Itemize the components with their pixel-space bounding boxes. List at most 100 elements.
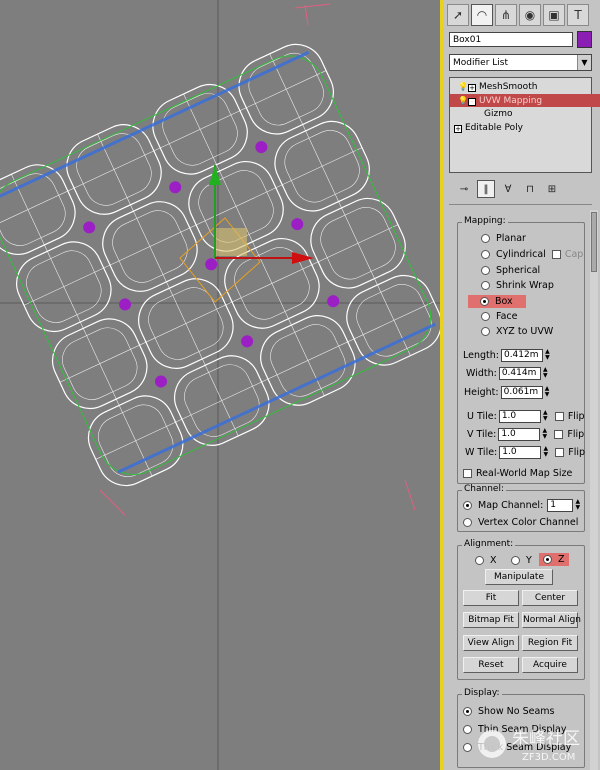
collapse-icon[interactable]: −	[468, 98, 476, 106]
radio-align-y[interactable]: Y	[511, 555, 532, 566]
watermark-brand: 朱峰社区	[512, 729, 580, 749]
show-end-result-icon[interactable]: ‖	[477, 180, 495, 198]
radio-label: Shrink Wrap	[496, 280, 554, 291]
v-tile-field[interactable]: 1.0	[498, 428, 541, 441]
modifier-list-dropdown[interactable]: Modifier List ▼	[449, 54, 592, 71]
radio-button[interactable]	[511, 556, 520, 565]
command-panel-tabs: ➚ ◠ ⋔ ◉ ▣ T	[447, 4, 589, 26]
length-field[interactable]: 0.412m	[500, 349, 543, 362]
radio-button[interactable]	[543, 555, 552, 564]
radio-xyz-to-uvw[interactable]: XYZ to UVW	[481, 326, 553, 337]
stack-item-meshsmooth[interactable]: 💡+ MeshSmooth	[450, 80, 600, 93]
spinner-arrows-icon[interactable]: ▲ ▼	[544, 349, 551, 362]
stack-item-label: MeshSmooth	[479, 82, 538, 92]
hierarchy-tab-icon[interactable]: ⋔	[495, 4, 517, 26]
real-world-checkbox[interactable]	[463, 469, 472, 478]
radio-button[interactable]	[481, 234, 490, 243]
u-flip-checkbox[interactable]	[554, 412, 564, 421]
spinner-arrows-icon[interactable]: ▲ ▼	[541, 428, 548, 441]
lightbulb-icon[interactable]: 💡	[458, 80, 468, 93]
radio-button[interactable]	[481, 281, 490, 290]
mesh-object[interactable]	[0, 35, 440, 494]
rollout-scroll-thumb[interactable]	[591, 212, 597, 272]
y-label: Y	[526, 555, 532, 566]
pin-stack-icon[interactable]: ⊸	[455, 180, 473, 198]
u-tile-field[interactable]: 1.0	[498, 410, 541, 423]
acquire-button[interactable]: Acquire	[522, 657, 578, 673]
center-button[interactable]: Center	[522, 590, 578, 606]
create-tab-icon[interactable]: ➚	[447, 4, 469, 26]
radio-cylindrical[interactable]: Cylindrical Cap	[481, 249, 583, 260]
radio-button[interactable]	[475, 556, 484, 565]
w-tile-spinner: W Tile: 1.0 ▲ ▼ Flip	[465, 446, 585, 459]
fit-button[interactable]: Fit	[463, 590, 519, 606]
v-flip-checkbox[interactable]	[554, 430, 564, 439]
radio-vertex-color[interactable]: Vertex Color Channel	[463, 517, 578, 528]
spinner-arrows-icon[interactable]: ▲ ▼	[574, 499, 581, 512]
radio-align-z[interactable]: Z	[539, 553, 569, 566]
width-field[interactable]: 0.414m	[498, 367, 541, 380]
radio-planar[interactable]: Planar	[481, 233, 526, 244]
u-tile-spinner: U Tile: 1.0 ▲ ▼ Flip	[467, 410, 585, 423]
configure-modifier-sets-icon[interactable]: ⊞	[543, 180, 561, 198]
reset-button[interactable]: Reset	[463, 657, 519, 673]
radio-shrink-wrap[interactable]: Shrink Wrap	[481, 280, 554, 291]
manipulate-button[interactable]: Manipulate	[485, 569, 553, 585]
radio-button[interactable]	[480, 297, 489, 306]
radio-button[interactable]	[463, 725, 472, 734]
stack-item-editable-poly[interactable]: + Editable Poly	[450, 122, 600, 135]
lightbulb-icon[interactable]: 💡	[458, 94, 468, 107]
x-label: X	[490, 555, 497, 566]
object-name-field[interactable]: Box01	[449, 32, 573, 47]
viewport-canvas[interactable]	[0, 0, 440, 770]
bitmap-fit-button[interactable]: Bitmap Fit	[463, 612, 519, 628]
radio-button[interactable]	[463, 707, 472, 716]
spinner-arrows-icon[interactable]: ▲ ▼	[542, 367, 549, 380]
radio-box[interactable]: Box	[468, 295, 526, 308]
expand-icon[interactable]: +	[468, 84, 476, 92]
rollout-scrollbar[interactable]	[590, 210, 598, 770]
radio-button[interactable]	[481, 250, 490, 259]
radio-show-no-seams[interactable]: Show No Seams	[463, 706, 555, 717]
alignment-title: Alignment:	[462, 539, 516, 549]
map-channel-field[interactable]: 1	[547, 499, 574, 512]
real-world-map-size[interactable]: Real-World Map Size	[457, 468, 572, 479]
bounding-corner	[99, 489, 126, 516]
radio-button[interactable]	[481, 327, 490, 336]
view-align-button[interactable]: View Align	[463, 635, 519, 651]
radio-align-x[interactable]: X	[475, 555, 497, 566]
cap-label: Cap	[564, 249, 584, 260]
w-tile-field[interactable]: 1.0	[499, 446, 542, 459]
modify-tab-icon[interactable]: ◠	[471, 4, 493, 26]
spinner-arrows-icon[interactable]: ▲ ▼	[542, 410, 549, 423]
radio-button[interactable]	[481, 312, 490, 321]
stack-item-gizmo[interactable]: Gizmo	[450, 108, 600, 121]
show-no-seams-label: Show No Seams	[478, 706, 555, 717]
radio-button[interactable]	[463, 501, 472, 510]
display-tab-icon[interactable]: ▣	[543, 4, 565, 26]
spinner-arrows-icon[interactable]: ▲ ▼	[544, 386, 551, 399]
perspective-viewport[interactable]	[0, 0, 440, 770]
expand-icon[interactable]: +	[454, 125, 462, 133]
radio-spherical[interactable]: Spherical	[481, 265, 540, 276]
utilities-tab-icon[interactable]: T	[567, 4, 589, 26]
height-field[interactable]: 0.061m	[500, 386, 543, 399]
radio-button[interactable]	[463, 518, 472, 527]
cap-checkbox[interactable]	[551, 250, 561, 259]
bounding-corner	[304, 4, 309, 26]
motion-tab-icon[interactable]: ◉	[519, 4, 541, 26]
make-unique-icon[interactable]: ∀	[499, 180, 517, 198]
radio-button[interactable]	[463, 743, 472, 752]
radio-face[interactable]: Face	[481, 311, 517, 322]
radio-button[interactable]	[481, 266, 490, 275]
mapping-title: Mapping:	[462, 216, 508, 226]
object-color-swatch[interactable]	[577, 31, 592, 48]
w-flip-checkbox[interactable]	[555, 448, 565, 457]
stack-item-uvw-mapping[interactable]: 💡− UVW Mapping	[450, 94, 600, 107]
v-tile-label: V Tile:	[467, 429, 497, 440]
normal-align-button[interactable]: Normal Align	[522, 612, 581, 628]
region-fit-button[interactable]: Region Fit	[522, 635, 578, 651]
remove-modifier-icon[interactable]: ⊓	[521, 180, 539, 198]
radio-map-channel[interactable]: Map Channel: 1 ▲ ▼	[463, 499, 581, 512]
spinner-arrows-icon[interactable]: ▲ ▼	[542, 446, 549, 459]
